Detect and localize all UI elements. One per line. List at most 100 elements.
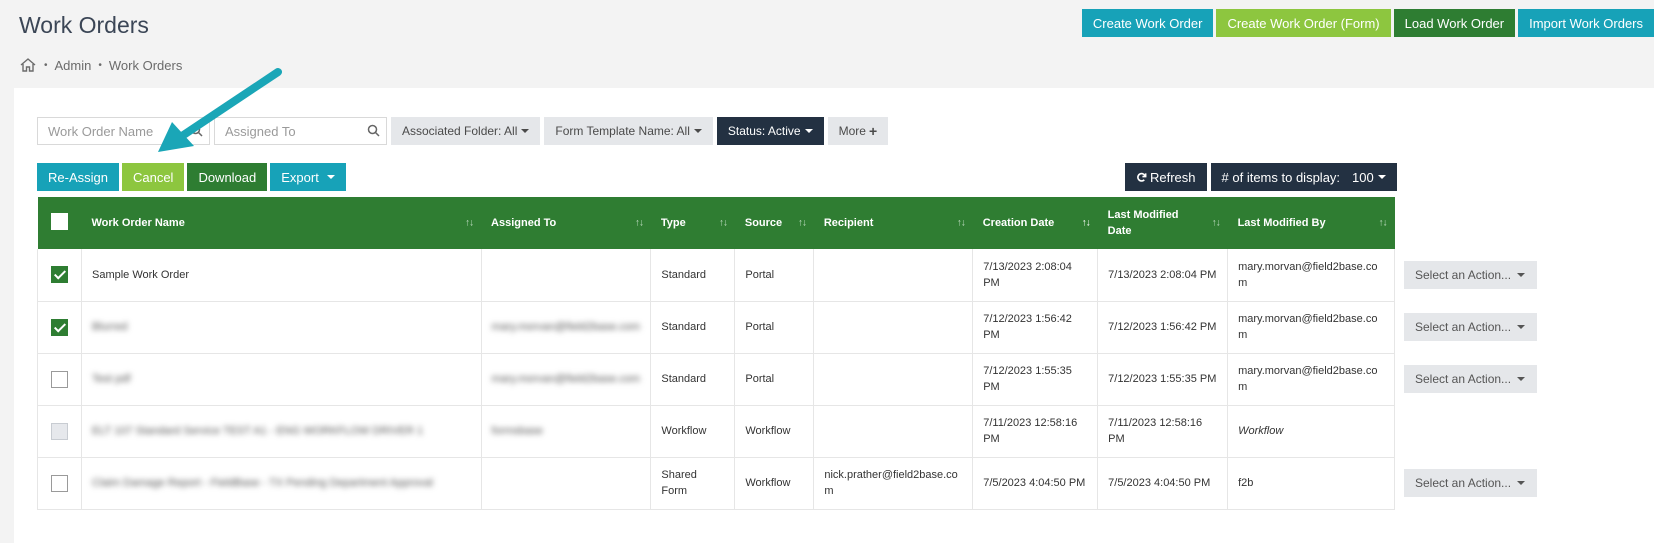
caret-down-icon: [1517, 377, 1526, 381]
cell-work-order-name[interactable]: ELT 107 Standard Service TEST A1 - ENG W…: [81, 405, 482, 458]
table-row[interactable]: Claim Damage Report - FieldBase - TX Pen…: [37, 457, 1395, 510]
row-action-select[interactable]: Select an Action...: [1404, 469, 1537, 497]
breadcrumb-separator: •: [98, 59, 102, 71]
caret-down-icon: [804, 129, 813, 133]
caret-down-icon: [1517, 273, 1526, 277]
search-icon[interactable]: [190, 124, 203, 137]
cell-creation-date: 7/12/2023 1:55:35 PM: [972, 353, 1099, 406]
cell-creation-date: 7/11/2023 12:58:16 PM: [972, 405, 1099, 458]
breadcrumb-admin[interactable]: Admin: [55, 58, 92, 73]
header-last-modified-by[interactable]: Last Modified By ↑↓: [1228, 197, 1395, 249]
cell-last-modified-date: 7/12/2023 1:56:42 PM: [1097, 301, 1229, 354]
items-to-display-dropdown[interactable]: # of items to display: 100: [1210, 163, 1397, 191]
work-orders-table: Work Order Name ↑↓ Assigned To ↑↓ Type ↑↓ S…: [37, 197, 1395, 510]
row-action-select[interactable]: Select an Action...: [1404, 261, 1537, 289]
work-order-name-input[interactable]: [38, 118, 209, 144]
header-label: Last Modified By: [1237, 217, 1326, 229]
cell-work-order-name[interactable]: Sample Work Order: [81, 249, 482, 302]
home-icon[interactable]: [19, 57, 37, 73]
sort-icon[interactable]: ↑↓: [635, 218, 644, 229]
cell-work-order-name[interactable]: Claim Damage Report - FieldBase - TX Pen…: [81, 457, 482, 510]
items-to-display-label: # of items to display:: [1221, 169, 1341, 185]
header-label: Work Order Name: [91, 217, 185, 229]
search-icon[interactable]: [367, 124, 380, 137]
list-controls: Refresh # of items to display: 100: [1125, 163, 1397, 191]
status-filter[interactable]: Status: Active: [716, 117, 824, 145]
table-header-row: Work Order Name ↑↓ Assigned To ↑↓ Type ↑↓ S…: [37, 197, 1395, 249]
header-label: Assigned To: [491, 217, 557, 229]
header-type[interactable]: Type ↑↓: [651, 197, 735, 249]
row-select-cell: [37, 353, 82, 406]
row-checkbox[interactable]: [50, 266, 68, 284]
header-recipient[interactable]: Recipient ↑↓: [814, 197, 973, 249]
cell-assigned-to: mary.morvan@field2base.com: [481, 353, 652, 406]
assigned-to-input[interactable]: [215, 118, 386, 144]
cell-recipient: [813, 405, 974, 458]
associated-folder-filter[interactable]: Associated Folder: All: [391, 117, 541, 145]
cell-assigned-to: mary.morvan@field2base.com: [481, 301, 652, 354]
load-work-order-button[interactable]: Load Work Order: [1393, 9, 1516, 37]
header-assigned-to[interactable]: Assigned To ↑↓: [481, 197, 651, 249]
top-actions: Create Work Order Create Work Order (For…: [1081, 9, 1654, 37]
refresh-icon: [1137, 172, 1147, 182]
sort-icon[interactable]: ↑↓: [719, 218, 728, 229]
create-work-order-form-button[interactable]: Create Work Order (Form): [1216, 9, 1391, 37]
row-select-cell: [37, 301, 82, 354]
row-action-select[interactable]: Select an Action...: [1404, 365, 1537, 393]
cell-assigned-to: [481, 249, 652, 302]
row-action-label: Select an Action...: [1415, 320, 1512, 334]
header-label: Last Modified Date: [1107, 209, 1179, 237]
cell-last-modified-by: mary.morvan@field2base.com: [1227, 353, 1395, 406]
export-button[interactable]: Export: [270, 163, 346, 191]
sort-icon[interactable]: ↑↓: [1212, 218, 1221, 229]
header-label: Recipient: [823, 217, 874, 229]
table-row[interactable]: ELT 107 Standard Service TEST A1 - ENG W…: [37, 405, 1395, 458]
create-work-order-button[interactable]: Create Work Order: [1081, 9, 1214, 37]
sort-icon[interactable]: ↑↓: [465, 218, 474, 229]
cell-recipient: [813, 301, 974, 354]
cell-creation-date: 7/12/2023 1:56:42 PM: [972, 301, 1099, 354]
row-checkbox: [50, 422, 68, 440]
download-button[interactable]: Download: [187, 163, 268, 191]
row-action-label: Select an Action...: [1415, 476, 1512, 490]
table-row[interactable]: Test pdf mary.morvan@field2base.com Stan…: [37, 353, 1395, 406]
items-to-display-value: 100: [1352, 169, 1374, 185]
select-all-header: [38, 197, 82, 249]
row-select-cell: [37, 457, 82, 510]
select-all-checkbox[interactable]: [50, 213, 68, 230]
header-work-order-name[interactable]: Work Order Name ↑↓: [81, 197, 481, 249]
more-filters-button[interactable]: More +: [827, 117, 889, 145]
sort-icon[interactable]: ↑↓: [957, 218, 966, 229]
caret-down-icon: [521, 129, 530, 133]
row-checkbox[interactable]: [50, 370, 68, 388]
import-work-orders-button[interactable]: Import Work Orders: [1518, 9, 1654, 37]
row-checkbox[interactable]: [50, 474, 68, 492]
cell-recipient: nick.prather@field2base.com: [813, 457, 974, 510]
reassign-button[interactable]: Re-Assign: [37, 163, 119, 191]
refresh-button[interactable]: Refresh: [1125, 163, 1207, 191]
header-label: Creation Date: [982, 217, 1055, 229]
header-creation-date[interactable]: Creation Date ↑↓: [973, 197, 1098, 249]
plus-icon: +: [868, 123, 878, 139]
row-action-select[interactable]: Select an Action...: [1404, 313, 1537, 341]
sort-icon[interactable]: ↑↓: [1379, 218, 1388, 229]
header-source[interactable]: Source ↑↓: [735, 197, 814, 249]
header-last-modified-date[interactable]: Last Modified Date ↑↓: [1098, 197, 1228, 249]
cell-source: Workflow: [734, 405, 815, 458]
caret-down-icon: [1517, 481, 1526, 485]
table-row[interactable]: Blurred mary.morvan@field2base.com Stand…: [37, 301, 1395, 354]
cell-last-modified-by: mary.morvan@field2base.com: [1227, 249, 1395, 302]
form-template-filter[interactable]: Form Template Name: All: [544, 117, 713, 145]
sort-icon[interactable]: ↑↓: [1082, 218, 1091, 229]
cancel-button[interactable]: Cancel: [121, 163, 185, 191]
cell-work-order-name[interactable]: Test pdf: [81, 353, 482, 406]
table-row[interactable]: Sample Work Order Standard Portal 7/13/2…: [37, 249, 1395, 302]
cell-source: Portal: [734, 249, 815, 302]
caret-down-icon: [1517, 325, 1526, 329]
cell-work-order-name[interactable]: Blurred: [81, 301, 482, 354]
row-checkbox[interactable]: [50, 318, 68, 336]
sort-icon[interactable]: ↑↓: [798, 218, 807, 229]
status-label: Status: Active: [727, 124, 801, 138]
caret-down-icon: [326, 175, 335, 179]
breadcrumb: • Admin • Work Orders: [19, 57, 182, 73]
